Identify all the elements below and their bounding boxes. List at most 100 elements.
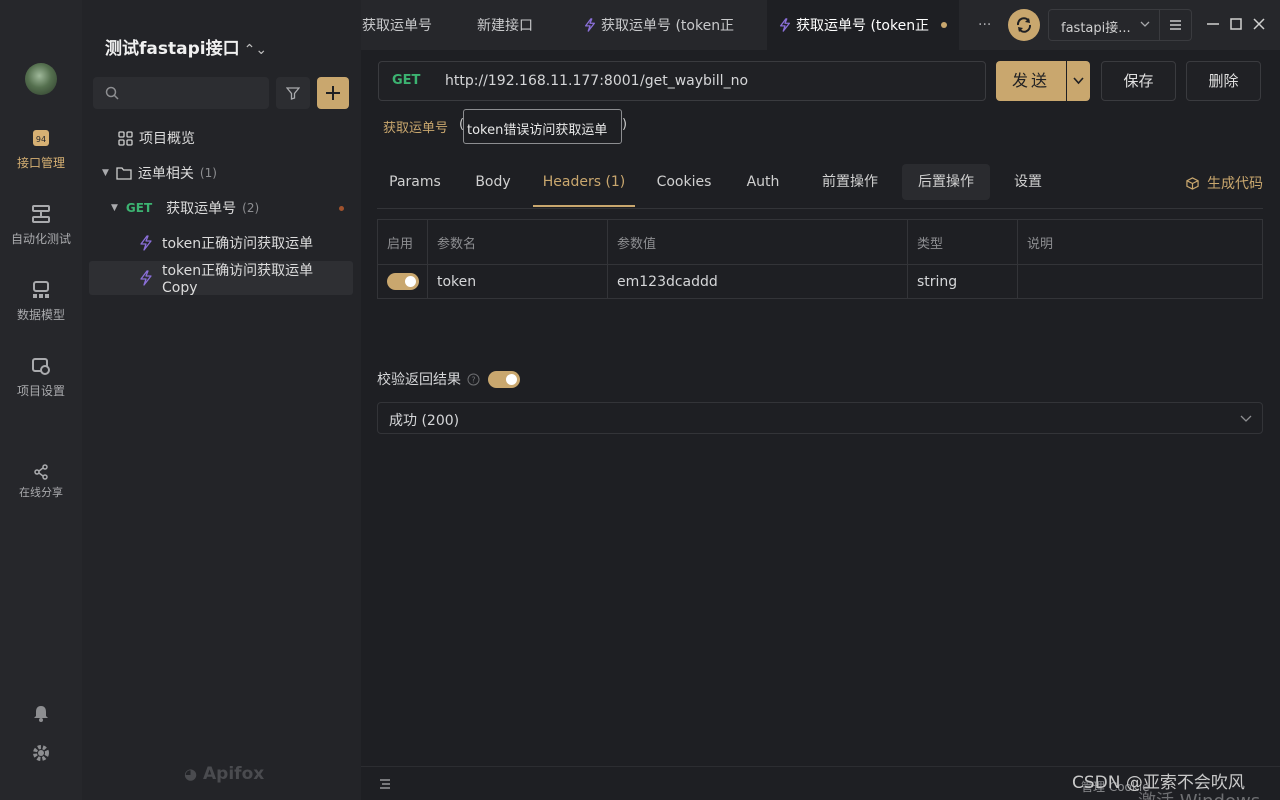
tree-endpoint-get-waybill[interactable]: ▼ GET 获取运单号 (2) [89, 191, 353, 225]
tab-bar: 获取运单号 新建接口 获取运单号 (token正确 获取运单号 (token正确… [361, 0, 1280, 50]
rail-item-api-management[interactable]: 94 接口管理 [0, 128, 82, 171]
lightning-icon [140, 235, 152, 251]
rail-label: 接口管理 [16, 156, 65, 170]
caret-down-icon: ▼ [111, 203, 118, 213]
rail-item-project-settings[interactable]: 项目设置 [0, 356, 82, 399]
search-icon [105, 86, 119, 100]
subtab-label: Body [475, 174, 511, 190]
project-title[interactable]: 测试fastapi接口 ⌃⌄ [105, 34, 267, 59]
menu-icon [1170, 20, 1181, 30]
subtab-label: 前置操作 [822, 174, 878, 190]
chevron-down-icon [1073, 77, 1084, 85]
subtab-body[interactable]: Body [461, 164, 525, 207]
tree-case-1[interactable]: token正确访问获取运单 [89, 226, 353, 260]
chevron-down-icon [1240, 415, 1252, 422]
validate-toggle[interactable] [488, 370, 520, 388]
tree-case-2[interactable]: token正确访问获取运单 Copy [89, 261, 353, 296]
generate-code-button[interactable]: 生成代码 [1186, 173, 1263, 193]
response-select[interactable]: 成功 (200) [377, 402, 1263, 434]
unsaved-dot [339, 206, 344, 211]
activate-windows-text: 激活 Windows [1138, 787, 1260, 800]
data-model-icon [33, 281, 49, 298]
rail-item-data-model[interactable]: 数据模型 [0, 280, 82, 323]
enabled-cell [378, 265, 428, 298]
enabled-toggle[interactable] [387, 273, 419, 290]
rail-item-automation[interactable]: 自动化测试 [0, 204, 82, 247]
help-icon[interactable]: ? [467, 373, 480, 386]
method-tag: GET [125, 201, 153, 215]
apifox-logo-icon: ◕ [184, 765, 198, 783]
rail-label: 项目设置 [16, 384, 65, 398]
filter-icon [286, 87, 300, 100]
sync-button[interactable] [1008, 9, 1040, 41]
search-input[interactable] [93, 77, 269, 109]
maximize-icon[interactable] [1229, 17, 1243, 31]
project-settings-icon [32, 358, 50, 375]
send-dropdown-button[interactable] [1067, 61, 1090, 101]
settings-gear-icon[interactable] [31, 743, 51, 763]
apifox-logo: ◕ Apifox [184, 764, 264, 784]
api-name-link[interactable]: 获取运单号 [383, 117, 448, 136]
environment-select[interactable]: fastapi接... [1048, 9, 1160, 41]
subtab-label: Params [389, 174, 441, 190]
response-label: 成功 (200) [389, 413, 460, 429]
bell-icon[interactable] [31, 703, 51, 723]
folder-count: (1) [199, 166, 217, 180]
subtab-settings[interactable]: 设置 [1000, 164, 1056, 207]
case-name-input[interactable]: token错误访问获取运单 [463, 109, 622, 144]
tree-item-overview[interactable]: 项目概览 [89, 121, 353, 155]
col-value: 参数值 [608, 220, 908, 264]
subtab-label: Auth [746, 174, 780, 190]
lightning-icon [584, 18, 596, 32]
share-icon [34, 464, 48, 480]
minimize-icon[interactable] [1206, 17, 1220, 31]
grid-icon [118, 130, 133, 146]
validate-label: 校验返回结果 [377, 372, 461, 388]
param-name-cell[interactable]: token [428, 265, 608, 298]
folder-label: 运单相关 [137, 166, 194, 182]
method-select[interactable]: GET [392, 73, 420, 88]
tab-case-1[interactable]: 获取运单号 (token正确 [571, 0, 767, 50]
subtab-pre-processors[interactable]: 前置操作 [808, 164, 892, 207]
close-icon[interactable] [1252, 17, 1266, 31]
api-management-icon: 94 [33, 130, 49, 146]
subtab-post-processors[interactable]: 后置操作 [902, 164, 990, 200]
tab-case-2-active[interactable]: 获取运单号 (token正确 [767, 0, 959, 50]
environment-menu-button[interactable] [1160, 9, 1192, 41]
more-tabs-button[interactable]: ··· [978, 0, 998, 50]
rail-item-share[interactable]: 在线分享 [0, 464, 82, 500]
param-type-cell[interactable]: string [908, 265, 1018, 298]
delete-label: 删除 [1208, 72, 1239, 90]
switch-project-icon: ⌃⌄ [243, 42, 268, 58]
col-type: 类型 [908, 220, 1018, 264]
tab-new-api[interactable]: 新建接口 [471, 0, 571, 50]
delete-button[interactable]: 删除 [1186, 61, 1261, 101]
case-name-text: token错误访问获取运单 [467, 123, 608, 138]
subtab-cookies[interactable]: Cookies [643, 164, 725, 207]
tab-label: 获取运单号 [362, 18, 432, 34]
url-path[interactable]: /get_waybill_no [640, 73, 748, 89]
url-host: http://192.168.11.177:8001 [445, 73, 640, 89]
url-input[interactable]: GET http://192.168.11.177:8001 /get_wayb… [378, 61, 986, 101]
avatar[interactable] [25, 63, 57, 95]
list-icon[interactable] [379, 778, 391, 790]
table-row: token em123dcaddd string [378, 265, 1262, 298]
subtab-auth[interactable]: Auth [733, 164, 793, 207]
save-button[interactable]: 保存 [1101, 61, 1176, 101]
param-value-cell[interactable]: em123dcaddd [608, 265, 908, 298]
tab-get-waybill[interactable]: 获取运单号 [361, 0, 471, 50]
filter-button[interactable] [276, 77, 310, 109]
subtab-headers[interactable]: Headers (1) [533, 164, 635, 207]
tab-label: 获取运单号 (token正确 [601, 18, 734, 34]
table-header-row: 启用 参数名 参数值 类型 说明 [378, 220, 1262, 265]
chevron-down-icon [1140, 21, 1150, 27]
add-button[interactable] [317, 77, 349, 109]
subtab-divider [377, 208, 1263, 209]
send-button[interactable]: 发送 [996, 61, 1066, 101]
subtab-label: 后置操作 [918, 174, 974, 190]
param-desc-cell[interactable] [1018, 265, 1262, 298]
tree-folder-waybill[interactable]: ▼ 运单相关 (1) [89, 156, 353, 190]
svg-text:?: ? [471, 375, 475, 384]
subtab-params[interactable]: Params [377, 164, 453, 207]
lightning-icon [140, 270, 152, 286]
